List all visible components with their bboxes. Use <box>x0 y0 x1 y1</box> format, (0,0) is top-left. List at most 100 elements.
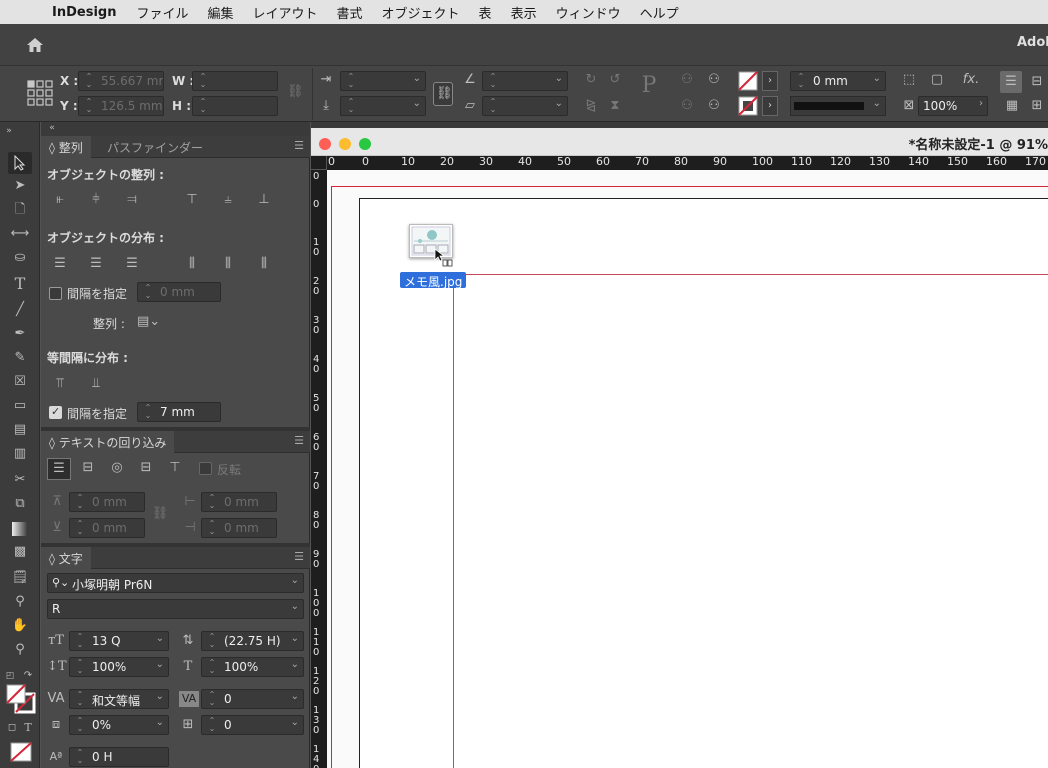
default-colors-icon[interactable]: ◰ <box>4 668 16 684</box>
w-field[interactable]: ⌃ ⌄ <box>192 71 278 91</box>
free-transform-tool-icon[interactable]: ⧉ <box>10 496 30 512</box>
selection-tool[interactable] <box>8 152 32 174</box>
page-tool-icon[interactable]: 🗋 <box>10 202 30 218</box>
rotate-cw-icon[interactable]: ↻ <box>582 72 600 88</box>
zoom-tool-icon[interactable]: ⚲ <box>10 642 30 658</box>
use-spacing-field[interactable]: ⌃ ⌄ 0 mm <box>137 282 221 302</box>
rotate-ccw-icon[interactable]: ↺ <box>606 72 624 88</box>
distribute-horizontal-space-icon[interactable]: ⫫ <box>87 376 105 392</box>
use-spacing-checkbox[interactable] <box>49 287 62 300</box>
distribute-left-icon[interactable]: ⫼ <box>183 256 201 272</box>
wrap-shape-icon[interactable]: ▦ <box>1004 98 1020 114</box>
font-size-field[interactable]: ⌃ ⌄ 13 Q ⌄ <box>69 631 169 651</box>
wrap-right-field[interactable]: ⌃ ⌄ 0 mm <box>201 518 277 538</box>
link-scale-button[interactable]: ⛓ <box>433 82 453 106</box>
wrap-jump-icon[interactable]: ⊞ <box>1028 98 1046 114</box>
tsume-field[interactable]: ⌃ ⌄ 0% ⌄ <box>69 715 169 735</box>
vertical-scale-field[interactable]: ⌃ ⌄ 100% ⌄ <box>69 657 169 677</box>
font-family-select[interactable]: ⚲⌄ 小塚明朝 Pr6N ⌄ <box>47 573 304 593</box>
h-field[interactable]: ⌃ ⌄ <box>192 96 278 116</box>
flip-vertical-icon[interactable]: ⧗ <box>606 98 624 114</box>
baseline-shift-field[interactable]: ⌃ ⌄ 0 H <box>69 747 169 767</box>
wrap-top-field[interactable]: ⌃ ⌄ 0 mm <box>69 492 145 512</box>
invert-checkbox[interactable] <box>199 462 212 475</box>
gradient-feather-tool-icon[interactable]: ▩ <box>10 544 30 560</box>
horizontal-scale-field[interactable]: ⌃ ⌄ 100% ⌄ <box>201 657 304 677</box>
type-tool-icon[interactable]: T <box>10 276 30 292</box>
select-container-icon[interactable]: ⚇ <box>678 72 696 88</box>
menu-layout[interactable]: レイアウト <box>253 3 318 22</box>
select-next-icon[interactable]: ⚇ <box>704 98 724 114</box>
distribute-top-icon[interactable]: ☰ <box>51 256 69 272</box>
menu-object[interactable]: オブジェクト <box>382 3 460 22</box>
line-tool-icon[interactable]: ╱ <box>10 302 30 318</box>
fill-none-swatch-icon[interactable] <box>738 71 758 91</box>
rotate-field[interactable]: ⌃ ⌄ ⌄ <box>482 71 568 91</box>
wrap-jump-object-icon[interactable]: ⊟ <box>137 460 155 476</box>
scale-x-field[interactable]: ⌃ ⌄ ⌄ <box>340 71 426 91</box>
minimize-window-button[interactable] <box>339 138 351 150</box>
grid-tool-icon[interactable]: ▤ <box>10 422 30 438</box>
collapse-tools-icon[interactable]: » <box>2 123 16 139</box>
opacity-field[interactable]: 100% › <box>918 96 988 116</box>
wrap-around-icon[interactable]: ⊟ <box>1028 74 1046 90</box>
align-right-edges-icon[interactable]: ⫤ <box>123 192 141 208</box>
wrap-link-icon[interactable]: ⛓ <box>151 506 169 522</box>
close-window-button[interactable] <box>319 138 331 150</box>
stroke-type-select[interactable]: ⌄ <box>790 96 886 116</box>
constrain-proportions-icon[interactable]: ⛓ <box>287 84 304 100</box>
collapse-panels-icon[interactable]: « <box>45 120 59 136</box>
menu-edit[interactable]: 編集 <box>207 3 233 22</box>
stroke-none-swatch-icon[interactable] <box>738 96 758 116</box>
menu-type[interactable]: 書式 <box>337 3 363 22</box>
wrap-next-column-icon[interactable]: ⊤ <box>166 460 184 476</box>
wrap-object-shape-icon[interactable]: ◎ <box>108 460 126 476</box>
wrap-left-field[interactable]: ⌃ ⌄ 0 mm <box>201 492 277 512</box>
apply-none-icon[interactable] <box>10 742 32 762</box>
tab-align[interactable]: ◊ 整列 <box>41 136 91 158</box>
app-menu[interactable]: InDesign <box>52 5 116 20</box>
spacing2-field[interactable]: ⌃ ⌄ 7 mm <box>137 402 221 422</box>
frame-fitting-icon[interactable]: ⬚ <box>900 72 918 88</box>
gradient-tool-icon[interactable] <box>12 522 28 536</box>
ruler-origin[interactable] <box>311 156 327 170</box>
fill-stroke-swatch-icon[interactable] <box>6 684 36 714</box>
kerning-field[interactable]: ⌃ ⌄ 和文等幅 ⌄ <box>69 689 169 709</box>
note-tool-icon[interactable]: 🗒 <box>10 570 30 586</box>
align-horizontal-centers-icon[interactable]: ⫩ <box>87 192 105 208</box>
gap-tool-icon[interactable]: ⟷ <box>10 226 30 242</box>
font-style-select[interactable]: R ⌄ <box>47 599 304 619</box>
eyedropper-tool-icon[interactable]: ⚲ <box>10 594 30 610</box>
distribute-center-icon[interactable]: ☰ <box>87 256 105 272</box>
reference-point-icon[interactable] <box>26 79 54 107</box>
menu-window[interactable]: ウィンドウ <box>556 3 621 22</box>
leading-field[interactable]: ⌃ ⌄ (22.75 H) ⌄ <box>201 631 304 651</box>
menu-file[interactable]: ファイル <box>136 3 188 22</box>
panel-menu-icon[interactable]: ☰ <box>294 139 304 152</box>
menu-table[interactable]: 表 <box>479 3 492 22</box>
pen-tool-icon[interactable]: ✒ <box>10 326 30 342</box>
select-content-icon[interactable]: ⚇ <box>704 72 724 88</box>
wrap-toggle-button[interactable]: ☰ <box>1000 71 1022 93</box>
rectangle-tool-icon[interactable]: ▭ <box>10 398 30 414</box>
content-collector-icon[interactable]: ⛀ <box>10 250 30 266</box>
panel-menu-icon[interactable]: ☰ <box>294 550 304 563</box>
pencil-tool-icon[interactable]: ✎ <box>10 350 30 366</box>
horizontal-ruler[interactable]: 0 0 10 20 30 40 50 60 70 80 90 100 110 1… <box>327 156 1048 170</box>
wrap-bounding-box-icon[interactable]: ⊟ <box>79 460 97 476</box>
x-field[interactable]: ⌃ ⌄ 55.667 mm <box>78 71 164 91</box>
select-previous-icon[interactable]: ⚇ <box>678 98 696 114</box>
align-to-selection-icon[interactable]: ▤⌄ <box>137 314 160 330</box>
align-top-edges-icon[interactable]: ⊤ <box>183 192 201 208</box>
tab-text-wrap[interactable]: ◊ テキストの回り込み <box>41 431 175 453</box>
menu-view[interactable]: 表示 <box>511 3 537 22</box>
menu-help[interactable]: ヘルプ <box>640 3 679 22</box>
swap-colors-icon[interactable]: ↷ <box>22 668 34 684</box>
wrap-bottom-field[interactable]: ⌃ ⌄ 0 mm <box>69 518 145 538</box>
wrap-none-button[interactable]: ☰ <box>47 458 71 480</box>
format-text-icon[interactable]: T <box>22 720 34 736</box>
shear-field[interactable]: ⌃ ⌄ ⌄ <box>482 96 568 116</box>
direct-selection-tool-icon[interactable]: ➤ <box>10 178 30 194</box>
y-field[interactable]: ⌃ ⌄ 126.5 mm <box>78 96 164 116</box>
flip-horizontal-icon[interactable]: ⧎ <box>582 98 600 114</box>
